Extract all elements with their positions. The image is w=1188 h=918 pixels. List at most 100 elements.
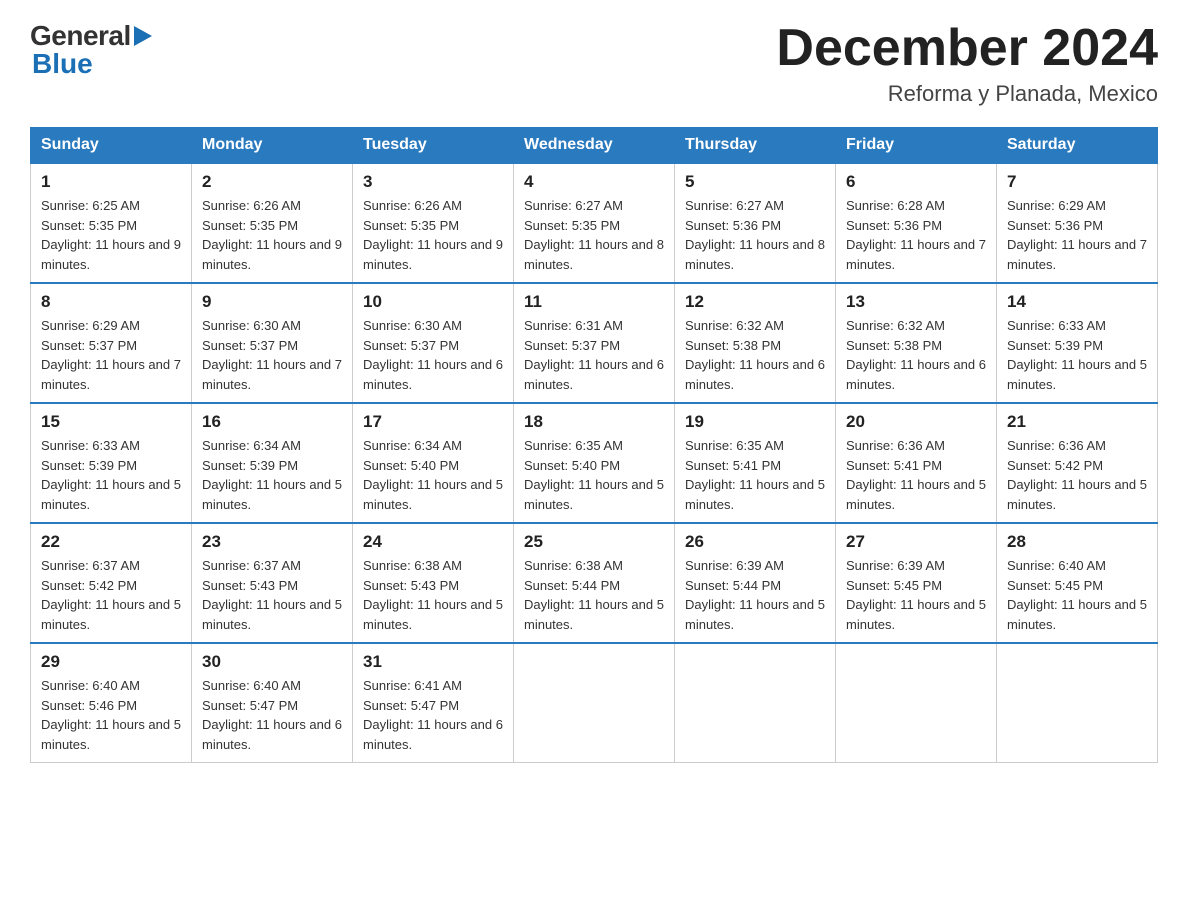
day-info: Sunrise: 6:31 AMSunset: 5:37 PMDaylight:… [524, 316, 664, 394]
header-wednesday: Wednesday [514, 128, 675, 164]
day-number: 17 [363, 412, 503, 432]
location-subtitle: Reforma y Planada, Mexico [776, 81, 1158, 107]
day-info: Sunrise: 6:36 AMSunset: 5:42 PMDaylight:… [1007, 436, 1147, 514]
day-number: 15 [41, 412, 181, 432]
calendar-cell: 27 Sunrise: 6:39 AMSunset: 5:45 PMDaylig… [836, 523, 997, 643]
day-info: Sunrise: 6:30 AMSunset: 5:37 PMDaylight:… [363, 316, 503, 394]
day-info: Sunrise: 6:38 AMSunset: 5:44 PMDaylight:… [524, 556, 664, 634]
day-number: 12 [685, 292, 825, 312]
calendar-cell: 25 Sunrise: 6:38 AMSunset: 5:44 PMDaylig… [514, 523, 675, 643]
day-number: 29 [41, 652, 181, 672]
day-number: 28 [1007, 532, 1147, 552]
calendar-cell: 8 Sunrise: 6:29 AMSunset: 5:37 PMDayligh… [31, 283, 192, 403]
day-number: 30 [202, 652, 342, 672]
calendar-table: SundayMondayTuesdayWednesdayThursdayFrid… [30, 127, 1158, 763]
day-number: 16 [202, 412, 342, 432]
header-friday: Friday [836, 128, 997, 164]
day-info: Sunrise: 6:41 AMSunset: 5:47 PMDaylight:… [363, 676, 503, 754]
calendar-week-row: 29 Sunrise: 6:40 AMSunset: 5:46 PMDaylig… [31, 643, 1158, 763]
calendar-cell: 9 Sunrise: 6:30 AMSunset: 5:37 PMDayligh… [192, 283, 353, 403]
calendar-cell: 15 Sunrise: 6:33 AMSunset: 5:39 PMDaylig… [31, 403, 192, 523]
day-info: Sunrise: 6:38 AMSunset: 5:43 PMDaylight:… [363, 556, 503, 634]
calendar-cell: 18 Sunrise: 6:35 AMSunset: 5:40 PMDaylig… [514, 403, 675, 523]
calendar-cell: 14 Sunrise: 6:33 AMSunset: 5:39 PMDaylig… [997, 283, 1158, 403]
day-info: Sunrise: 6:39 AMSunset: 5:44 PMDaylight:… [685, 556, 825, 634]
calendar-cell: 4 Sunrise: 6:27 AMSunset: 5:35 PMDayligh… [514, 163, 675, 283]
day-info: Sunrise: 6:32 AMSunset: 5:38 PMDaylight:… [846, 316, 986, 394]
calendar-week-row: 22 Sunrise: 6:37 AMSunset: 5:42 PMDaylig… [31, 523, 1158, 643]
calendar-cell: 16 Sunrise: 6:34 AMSunset: 5:39 PMDaylig… [192, 403, 353, 523]
header-sunday: Sunday [31, 128, 192, 164]
header-thursday: Thursday [675, 128, 836, 164]
calendar-cell: 30 Sunrise: 6:40 AMSunset: 5:47 PMDaylig… [192, 643, 353, 763]
calendar-cell: 24 Sunrise: 6:38 AMSunset: 5:43 PMDaylig… [353, 523, 514, 643]
logo: General Blue [30, 20, 152, 80]
calendar-cell [997, 643, 1158, 763]
day-number: 4 [524, 172, 664, 192]
calendar-cell [836, 643, 997, 763]
day-info: Sunrise: 6:35 AMSunset: 5:41 PMDaylight:… [685, 436, 825, 514]
day-number: 13 [846, 292, 986, 312]
day-number: 6 [846, 172, 986, 192]
calendar-week-row: 15 Sunrise: 6:33 AMSunset: 5:39 PMDaylig… [31, 403, 1158, 523]
calendar-cell: 28 Sunrise: 6:40 AMSunset: 5:45 PMDaylig… [997, 523, 1158, 643]
header-tuesday: Tuesday [353, 128, 514, 164]
day-info: Sunrise: 6:29 AMSunset: 5:36 PMDaylight:… [1007, 196, 1147, 274]
day-number: 26 [685, 532, 825, 552]
calendar-cell [514, 643, 675, 763]
day-info: Sunrise: 6:33 AMSunset: 5:39 PMDaylight:… [41, 436, 181, 514]
calendar-week-row: 8 Sunrise: 6:29 AMSunset: 5:37 PMDayligh… [31, 283, 1158, 403]
logo-blue: Blue [32, 48, 152, 80]
calendar-cell: 29 Sunrise: 6:40 AMSunset: 5:46 PMDaylig… [31, 643, 192, 763]
day-info: Sunrise: 6:40 AMSunset: 5:45 PMDaylight:… [1007, 556, 1147, 634]
day-number: 19 [685, 412, 825, 432]
day-number: 20 [846, 412, 986, 432]
day-number: 3 [363, 172, 503, 192]
calendar-cell: 21 Sunrise: 6:36 AMSunset: 5:42 PMDaylig… [997, 403, 1158, 523]
title-area: December 2024 Reforma y Planada, Mexico [776, 20, 1158, 107]
calendar-cell: 10 Sunrise: 6:30 AMSunset: 5:37 PMDaylig… [353, 283, 514, 403]
day-number: 8 [41, 292, 181, 312]
calendar-cell: 11 Sunrise: 6:31 AMSunset: 5:37 PMDaylig… [514, 283, 675, 403]
page-header: General Blue December 2024 Reforma y Pla… [30, 20, 1158, 107]
day-number: 31 [363, 652, 503, 672]
header-monday: Monday [192, 128, 353, 164]
day-info: Sunrise: 6:28 AMSunset: 5:36 PMDaylight:… [846, 196, 986, 274]
month-year-title: December 2024 [776, 20, 1158, 77]
day-number: 1 [41, 172, 181, 192]
day-number: 27 [846, 532, 986, 552]
header-saturday: Saturday [997, 128, 1158, 164]
day-number: 14 [1007, 292, 1147, 312]
day-info: Sunrise: 6:33 AMSunset: 5:39 PMDaylight:… [1007, 316, 1147, 394]
day-number: 7 [1007, 172, 1147, 192]
day-info: Sunrise: 6:25 AMSunset: 5:35 PMDaylight:… [41, 196, 181, 274]
calendar-cell: 5 Sunrise: 6:27 AMSunset: 5:36 PMDayligh… [675, 163, 836, 283]
day-info: Sunrise: 6:34 AMSunset: 5:40 PMDaylight:… [363, 436, 503, 514]
calendar-cell: 22 Sunrise: 6:37 AMSunset: 5:42 PMDaylig… [31, 523, 192, 643]
day-number: 18 [524, 412, 664, 432]
calendar-cell: 2 Sunrise: 6:26 AMSunset: 5:35 PMDayligh… [192, 163, 353, 283]
day-info: Sunrise: 6:29 AMSunset: 5:37 PMDaylight:… [41, 316, 181, 394]
day-info: Sunrise: 6:26 AMSunset: 5:35 PMDaylight:… [363, 196, 503, 274]
day-number: 21 [1007, 412, 1147, 432]
calendar-header-row: SundayMondayTuesdayWednesdayThursdayFrid… [31, 128, 1158, 164]
day-number: 2 [202, 172, 342, 192]
day-info: Sunrise: 6:27 AMSunset: 5:35 PMDaylight:… [524, 196, 664, 274]
calendar-cell: 19 Sunrise: 6:35 AMSunset: 5:41 PMDaylig… [675, 403, 836, 523]
calendar-cell: 26 Sunrise: 6:39 AMSunset: 5:44 PMDaylig… [675, 523, 836, 643]
day-number: 24 [363, 532, 503, 552]
day-info: Sunrise: 6:40 AMSunset: 5:47 PMDaylight:… [202, 676, 342, 754]
logo-arrow-icon [134, 25, 152, 47]
day-info: Sunrise: 6:39 AMSunset: 5:45 PMDaylight:… [846, 556, 986, 634]
day-number: 9 [202, 292, 342, 312]
day-number: 22 [41, 532, 181, 552]
day-number: 11 [524, 292, 664, 312]
day-number: 10 [363, 292, 503, 312]
calendar-cell [675, 643, 836, 763]
calendar-cell: 23 Sunrise: 6:37 AMSunset: 5:43 PMDaylig… [192, 523, 353, 643]
calendar-cell: 12 Sunrise: 6:32 AMSunset: 5:38 PMDaylig… [675, 283, 836, 403]
day-info: Sunrise: 6:34 AMSunset: 5:39 PMDaylight:… [202, 436, 342, 514]
calendar-cell: 13 Sunrise: 6:32 AMSunset: 5:38 PMDaylig… [836, 283, 997, 403]
day-number: 5 [685, 172, 825, 192]
day-info: Sunrise: 6:36 AMSunset: 5:41 PMDaylight:… [846, 436, 986, 514]
